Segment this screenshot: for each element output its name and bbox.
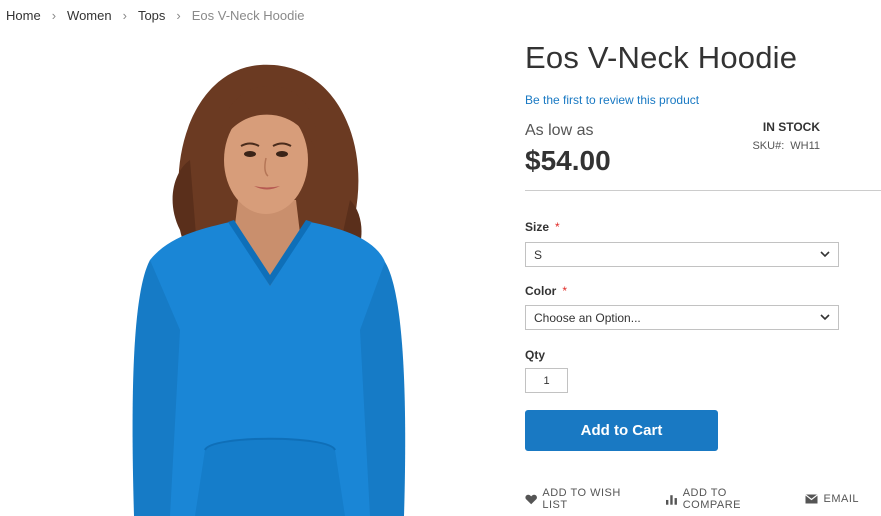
breadcrumb-home[interactable]: Home — [6, 8, 41, 23]
size-label: Size * — [525, 220, 560, 234]
sku: SKU#: WH11 — [700, 140, 820, 152]
qty-label: Qty — [525, 348, 546, 362]
breadcrumb-women[interactable]: Women — [67, 8, 112, 23]
required-mark: * — [555, 220, 560, 234]
heart-icon — [525, 494, 537, 504]
size-select[interactable]: S — [525, 242, 839, 267]
breadcrumb: Home › Women › Tops › Eos V-Neck Hoodie — [6, 8, 304, 23]
breadcrumb-separator: › — [176, 8, 181, 23]
breadcrumb-current: Eos V-Neck Hoodie — [191, 8, 305, 23]
email-label: EMAIL — [823, 493, 859, 505]
compare-label: ADD TO COMPARE — [682, 487, 742, 511]
chevron-down-icon — [820, 314, 830, 321]
wishlist-label: ADD TO WISH LIST — [542, 487, 621, 511]
chevron-down-icon — [820, 251, 830, 258]
size-label-text: Size — [525, 220, 550, 234]
sku-label: SKU#: — [752, 140, 785, 152]
sku-value: WH11 — [790, 140, 820, 152]
breadcrumb-tops[interactable]: Tops — [138, 8, 165, 23]
add-to-wishlist-link[interactable]: ADD TO WISH LIST — [525, 487, 644, 511]
review-link[interactable]: Be the first to review this product — [525, 93, 699, 107]
product-title: Eos V-Neck Hoodie — [525, 40, 798, 75]
product-actions: ADD TO WISH LIST ADD TO COMPARE EMAIL — [525, 487, 881, 511]
breadcrumb-separator: › — [51, 8, 57, 23]
email-link[interactable]: EMAIL — [805, 493, 859, 505]
price-prefix: As low as — [525, 122, 594, 139]
add-to-compare-link[interactable]: ADD TO COMPARE — [666, 487, 783, 511]
bar-chart-icon — [666, 494, 678, 505]
qty-input[interactable] — [525, 368, 568, 393]
stock-status: IN STOCK — [762, 120, 820, 134]
product-price: $54.00 — [525, 145, 611, 176]
envelope-icon — [805, 494, 819, 504]
required-mark: * — [562, 284, 568, 298]
color-select-value: Choose an Option... — [534, 310, 641, 325]
color-select[interactable]: Choose an Option... — [525, 305, 839, 330]
add-to-cart-button[interactable]: Add to Cart — [525, 410, 718, 451]
breadcrumb-separator: › — [122, 8, 127, 23]
divider — [525, 190, 881, 191]
product-image[interactable] — [120, 50, 430, 516]
size-select-value: S — [534, 247, 543, 262]
color-label: Color * — [525, 284, 567, 298]
color-label-text: Color — [525, 284, 557, 298]
